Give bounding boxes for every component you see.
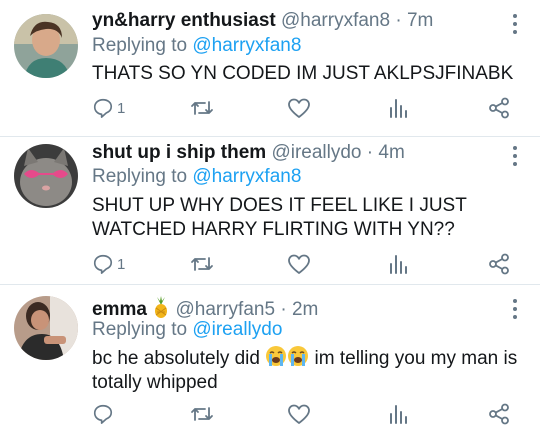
reply-icon [93, 404, 113, 424]
reply-count: 1 [117, 255, 126, 273]
replying-to-handle[interactable]: @harryxfan8 [192, 166, 301, 187]
tweet-1[interactable]: yn&harry enthusiast @harryxfan8 · 7m Rep… [0, 0, 540, 137]
tweet-3[interactable]: emma @harryfan5 · 2m Replying to @ireall… [0, 285, 540, 439]
analytics-button[interactable] [388, 252, 408, 276]
retweet-icon [191, 407, 213, 421]
avatar-photo [14, 144, 78, 208]
avatar[interactable] [14, 14, 78, 78]
replying-to-label: Replying to [92, 35, 188, 56]
more-options-icon[interactable] [512, 299, 518, 323]
replying-to-label: Replying to [92, 166, 188, 187]
like-button[interactable] [287, 252, 311, 276]
reply-button[interactable] [92, 402, 117, 426]
retweet-icon [191, 257, 213, 271]
like-button[interactable] [287, 96, 311, 120]
replying-to-handle[interactable]: @ireallydo [192, 319, 282, 340]
heart-icon [288, 254, 310, 274]
user-handle[interactable]: @harryxfan8 [281, 10, 390, 31]
avatar[interactable] [14, 144, 78, 208]
crying-face-emoji [266, 346, 287, 366]
tweet-actions: 1 [92, 96, 522, 120]
display-name[interactable]: emma [92, 299, 147, 320]
tweet-body: THATS SO YN CODED IM JUST AKLPSJFINABK [92, 63, 514, 84]
avatar-photo [14, 296, 78, 360]
heart-icon [288, 404, 310, 424]
tweet-actions: 1 [92, 252, 522, 276]
share-icon [489, 403, 509, 425]
like-button[interactable] [287, 402, 311, 426]
timestamp[interactable]: 4m [378, 142, 404, 163]
separator-dot: · [395, 10, 402, 31]
avatar[interactable] [14, 296, 78, 360]
reply-icon [93, 98, 113, 118]
timestamp[interactable]: 2m [292, 299, 318, 320]
heart-icon [288, 98, 310, 118]
display-name[interactable]: yn&harry enthusiast [92, 10, 276, 31]
replying-to: Replying to @ireallydo [92, 319, 282, 341]
reply-button[interactable]: 1 [92, 252, 125, 276]
replying-to: Replying to @harryxfan8 [92, 166, 301, 188]
reply-button[interactable]: 1 [92, 96, 125, 120]
more-options-icon[interactable] [512, 14, 518, 38]
share-button[interactable] [488, 96, 510, 120]
retweet-icon [191, 101, 213, 115]
user-handle[interactable]: @ireallydo [271, 142, 361, 163]
tweet-actions [92, 402, 522, 426]
analytics-icon [390, 99, 407, 118]
replying-to-label: Replying to [92, 319, 188, 340]
tweet-header: yn&harry enthusiast @harryxfan8 · 7m [92, 10, 433, 32]
tweet-body: bc he absolutely did im telling you my m… [92, 345, 532, 395]
replying-to: Replying to @harryxfan8 [92, 35, 301, 57]
share-button[interactable] [488, 252, 510, 276]
tweet-body-part1: bc he absolutely did [92, 348, 260, 369]
share-icon [489, 97, 509, 119]
analytics-button[interactable] [388, 402, 408, 426]
share-button[interactable] [488, 402, 510, 426]
analytics-icon [390, 405, 407, 424]
retweet-button[interactable] [190, 96, 214, 120]
tweet-2[interactable]: shut up i ship them @ireallydo · 4m Repl… [0, 137, 540, 285]
retweet-button[interactable] [190, 252, 214, 276]
display-name[interactable]: shut up i ship them [92, 142, 266, 163]
pineapple-emoji [155, 296, 168, 318]
tweet-body: SHUT UP WHY DOES IT FEEL LIKE I JUST WAT… [92, 195, 467, 240]
more-options-icon[interactable] [512, 146, 518, 170]
reply-count: 1 [117, 99, 126, 117]
timestamp[interactable]: 7m [407, 10, 433, 31]
retweet-button[interactable] [190, 402, 214, 426]
analytics-button[interactable] [388, 96, 408, 120]
replying-to-handle[interactable]: @harryxfan8 [192, 35, 301, 56]
separator-dot: · [280, 299, 287, 320]
separator-dot: · [366, 142, 374, 163]
reply-icon [93, 254, 113, 274]
avatar-photo [14, 14, 78, 78]
analytics-icon [390, 255, 407, 274]
crying-face-emoji [288, 346, 309, 366]
tweet-header: emma @harryfan5 · 2m [92, 296, 318, 321]
share-icon [489, 253, 509, 275]
tweet-header: shut up i ship them @ireallydo · 4m [92, 142, 405, 164]
user-handle[interactable]: @harryfan5 [175, 299, 275, 320]
